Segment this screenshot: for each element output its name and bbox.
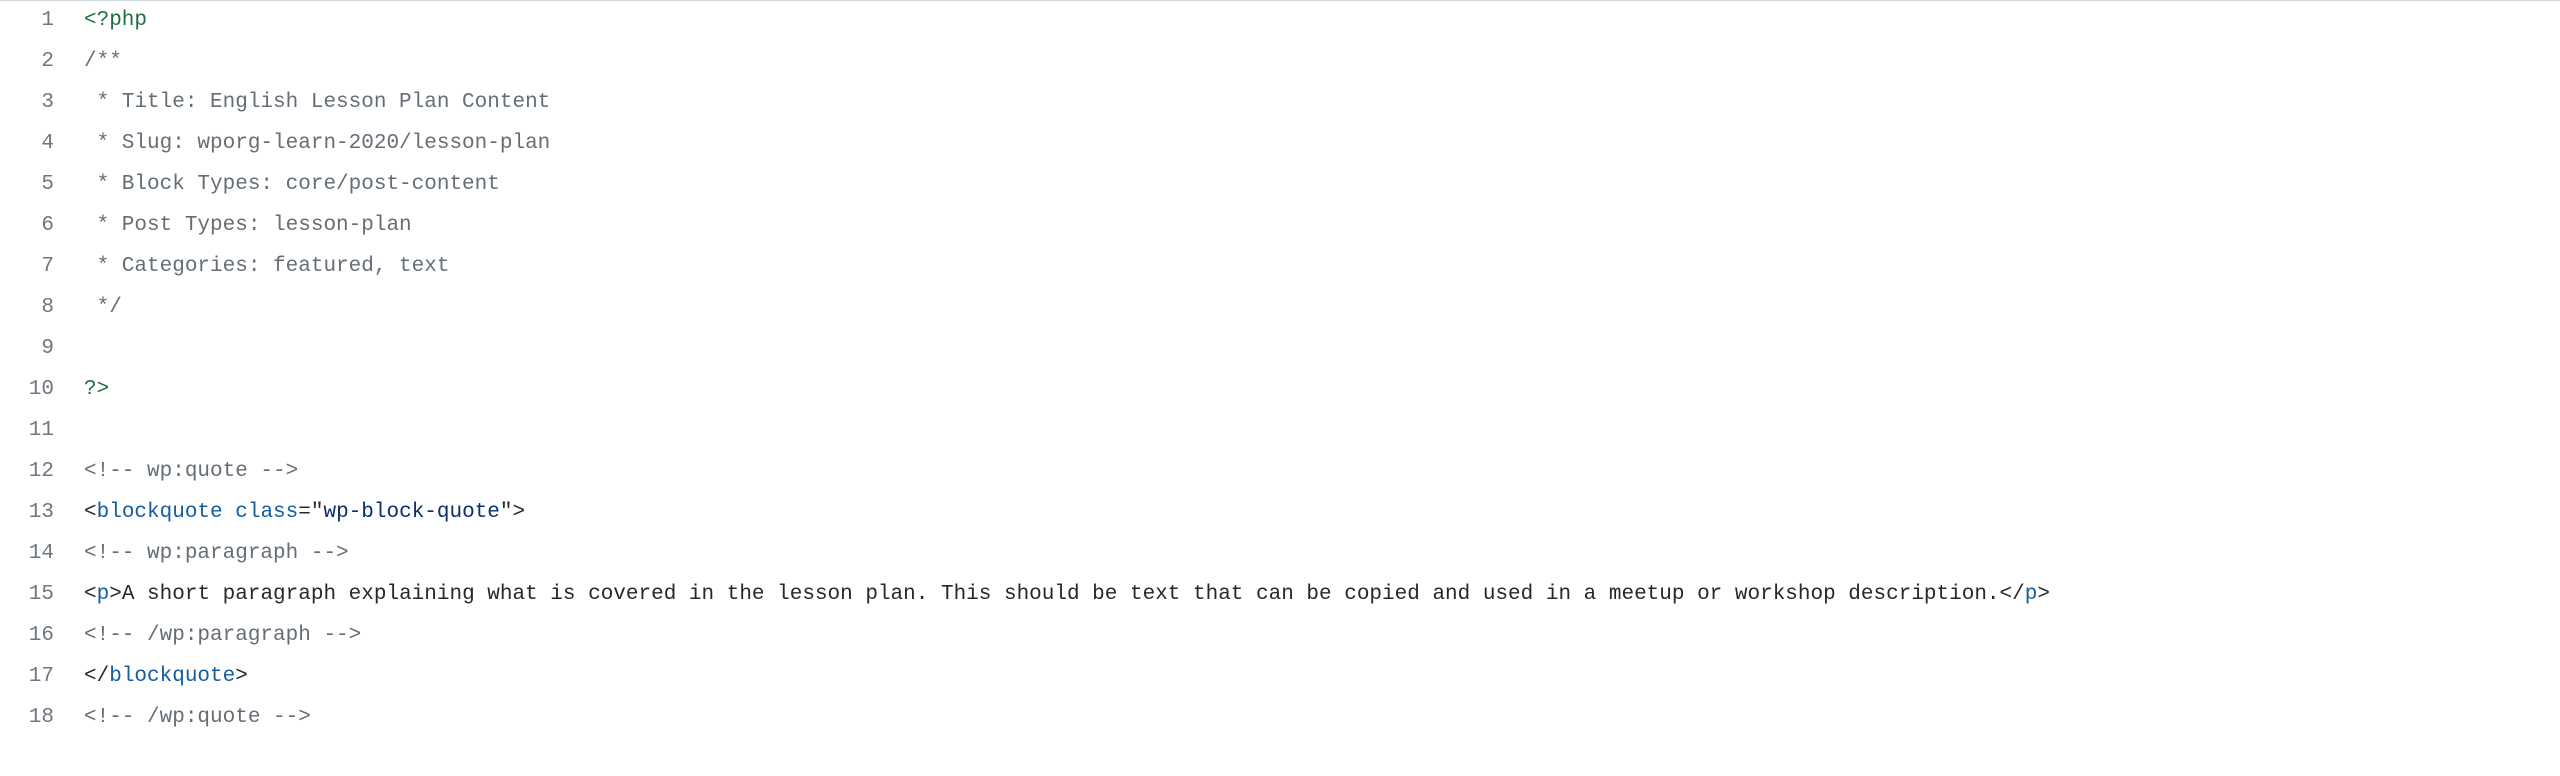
line-number: 5 xyxy=(0,165,54,206)
code-token: * Slug: wporg-learn-2020/lesson-plan xyxy=(84,132,550,155)
code-token: p xyxy=(97,583,110,606)
code-token: wp-block-quote xyxy=(323,501,499,524)
line-number: 2 xyxy=(0,42,54,83)
code-token: blockquote xyxy=(97,501,223,524)
code-line[interactable]: * Block Types: core/post-content xyxy=(84,165,2560,206)
code-line[interactable]: <!-- wp:paragraph --> xyxy=(84,534,2560,575)
line-number: 15 xyxy=(0,575,54,616)
code-line[interactable]: </blockquote> xyxy=(84,657,2560,698)
line-number: 13 xyxy=(0,493,54,534)
code-editor: 123456789101112131415161718 <?php/** * T… xyxy=(0,0,2560,739)
line-number-gutter: 123456789101112131415161718 xyxy=(0,1,72,739)
line-number: 6 xyxy=(0,206,54,247)
code-token: A short paragraph explaining what is cov… xyxy=(122,583,2000,606)
code-token: < xyxy=(84,501,97,524)
code-line[interactable]: <!-- /wp:quote --> xyxy=(84,698,2560,739)
code-token: * Title: English Lesson Plan Content xyxy=(84,91,550,114)
code-token: <?php xyxy=(84,9,147,32)
code-line[interactable]: <!-- /wp:paragraph --> xyxy=(84,616,2560,657)
code-token: </ xyxy=(84,665,109,688)
code-token: =" xyxy=(298,501,323,524)
code-content[interactable]: <?php /** * Title: English Lesson Plan Co… xyxy=(72,1,2560,739)
code-token: blockquote xyxy=(109,665,235,688)
code-line[interactable]: * Title: English Lesson Plan Content xyxy=(84,83,2560,124)
code-token: > xyxy=(235,665,248,688)
code-token: < xyxy=(84,583,97,606)
line-number: 12 xyxy=(0,452,54,493)
code-token: <!-- wp:paragraph --> xyxy=(84,542,349,565)
line-number: 17 xyxy=(0,657,54,698)
code-token: "> xyxy=(500,501,525,524)
code-line[interactable]: <blockquote class="wp-block-quote"> xyxy=(84,493,2560,534)
code-token: */ xyxy=(84,296,122,319)
code-line[interactable] xyxy=(84,329,2560,370)
code-line[interactable]: ?> xyxy=(84,370,2560,411)
code-line[interactable]: */ xyxy=(84,288,2560,329)
code-line[interactable] xyxy=(84,411,2560,452)
line-number: 10 xyxy=(0,370,54,411)
code-token xyxy=(223,501,236,524)
code-line[interactable]: <!-- wp:quote --> xyxy=(84,452,2560,493)
code-token: </ xyxy=(2000,583,2025,606)
code-token: * Post Types: lesson-plan xyxy=(84,214,412,237)
code-token: class xyxy=(235,501,298,524)
code-token: > xyxy=(2037,583,2050,606)
code-token: /** xyxy=(84,50,122,73)
line-number: 7 xyxy=(0,247,54,288)
line-number: 16 xyxy=(0,616,54,657)
code-token: ?> xyxy=(84,378,109,401)
code-line[interactable]: <p>A short paragraph explaining what is … xyxy=(84,575,2560,616)
line-number: 8 xyxy=(0,288,54,329)
code-token: <!-- /wp:paragraph --> xyxy=(84,624,361,647)
line-number: 18 xyxy=(0,698,54,739)
code-line[interactable]: /** xyxy=(84,42,2560,83)
code-token: * Categories: featured, text xyxy=(84,255,449,278)
line-number: 3 xyxy=(0,83,54,124)
line-number: 4 xyxy=(0,124,54,165)
code-line[interactable]: <?php xyxy=(84,1,2560,42)
code-token: > xyxy=(109,583,122,606)
code-token: <!-- wp:quote --> xyxy=(84,460,298,483)
line-number: 14 xyxy=(0,534,54,575)
code-token: p xyxy=(2025,583,2038,606)
code-token: * Block Types: core/post-content xyxy=(84,173,500,196)
code-token: <!-- /wp:quote --> xyxy=(84,706,311,729)
code-line[interactable]: * Slug: wporg-learn-2020/lesson-plan xyxy=(84,124,2560,165)
code-line[interactable]: * Post Types: lesson-plan xyxy=(84,206,2560,247)
line-number: 9 xyxy=(0,329,54,370)
code-line[interactable]: * Categories: featured, text xyxy=(84,247,2560,288)
line-number: 1 xyxy=(0,1,54,42)
line-number: 11 xyxy=(0,411,54,452)
